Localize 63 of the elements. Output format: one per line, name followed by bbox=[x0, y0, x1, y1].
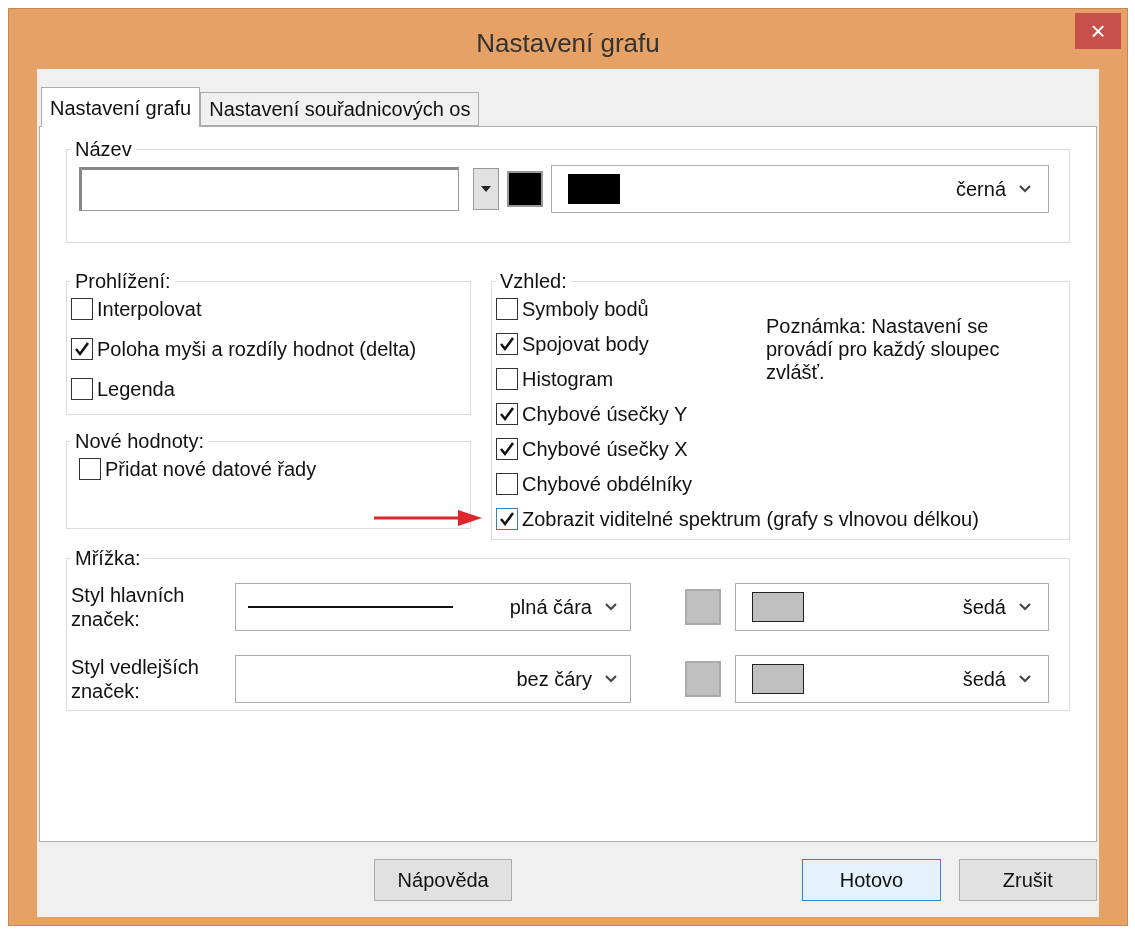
checkbox[interactable] bbox=[496, 438, 518, 460]
checkbox-label: Přidat nové datové řady bbox=[105, 457, 317, 481]
checkbox[interactable] bbox=[71, 338, 93, 360]
checkbox-label: Histogram bbox=[522, 367, 614, 391]
group-label: Nové hodnoty: bbox=[74, 429, 205, 453]
title-input[interactable] bbox=[79, 167, 459, 211]
checkbox[interactable] bbox=[496, 333, 518, 355]
tab[interactable]: Nastavení souřadnicových os bbox=[200, 92, 480, 126]
dialog-button[interactable]: Hotovo bbox=[802, 858, 941, 901]
checkbox[interactable] bbox=[496, 298, 518, 320]
line-style-name: bez čáry bbox=[516, 667, 592, 691]
line-style-dropdown[interactable]: plná čára bbox=[235, 583, 631, 631]
close-button[interactable]: × bbox=[1075, 13, 1121, 49]
caret-icon bbox=[481, 186, 491, 192]
color-swatch[interactable] bbox=[685, 661, 721, 697]
color-dropdown[interactable]: šedá bbox=[735, 583, 1049, 631]
dialog-button[interactable]: Zrušit bbox=[958, 858, 1097, 901]
checkbox-label: Zobrazit viditelné spektrum (grafy s vlnovou délkou) bbox=[522, 507, 979, 531]
line-style-dropdown[interactable]: bez čáry bbox=[235, 655, 631, 703]
color-swatch[interactable] bbox=[685, 589, 721, 625]
checkmark-icon bbox=[499, 441, 515, 457]
checkbox-label: Interpolovat bbox=[97, 297, 202, 321]
group-label: Prohlížení: bbox=[74, 269, 172, 293]
chevron-down-icon bbox=[604, 602, 618, 612]
color-dropdown[interactable]: černá bbox=[551, 165, 1049, 213]
row-label: Styl hlavních značek: bbox=[71, 583, 186, 631]
checkbox-label: Chybové úsečky Y bbox=[522, 402, 688, 426]
checkbox-label: Legenda bbox=[97, 377, 175, 401]
checkbox-label: Spojovat body bbox=[522, 332, 649, 356]
checkbox-label: Poloha myši a rozdíly hodnot (delta) bbox=[97, 337, 417, 361]
chevron-down-icon bbox=[1018, 674, 1032, 684]
group-label: Název bbox=[74, 137, 133, 161]
checkbox[interactable] bbox=[71, 378, 93, 400]
color-name: šedá bbox=[962, 595, 1006, 619]
chevron-down-icon bbox=[604, 674, 618, 684]
dropdown-button[interactable] bbox=[473, 168, 499, 210]
chevron-down-icon bbox=[1018, 184, 1032, 194]
checkbox-label: Symboly bodů bbox=[522, 297, 649, 321]
checkbox[interactable] bbox=[496, 403, 518, 425]
row-label: Styl vedlejších značek: bbox=[71, 655, 200, 703]
checkmark-icon bbox=[74, 341, 90, 357]
checkmark-icon bbox=[499, 511, 515, 527]
group-label: Vzhled: bbox=[499, 269, 568, 293]
window-title: Nastavení grafu bbox=[476, 27, 660, 55]
line-style-name: plná čára bbox=[509, 595, 592, 619]
checkbox-label: Chybové úsečky X bbox=[522, 437, 688, 461]
color-swatch[interactable] bbox=[507, 171, 543, 207]
checkbox[interactable] bbox=[496, 473, 518, 495]
chevron-down-icon bbox=[1018, 602, 1032, 612]
tab[interactable]: Nastavení grafu bbox=[41, 87, 201, 127]
color-dropdown[interactable]: šedá bbox=[735, 655, 1049, 703]
checkmark-icon bbox=[499, 406, 515, 422]
checkbox[interactable] bbox=[79, 458, 101, 480]
group-label: Mřížka: bbox=[74, 546, 142, 570]
color-name: černá bbox=[955, 177, 1006, 201]
dialog-button[interactable]: Nápověda bbox=[374, 858, 513, 901]
checkbox[interactable] bbox=[71, 298, 93, 320]
checkbox-label: Chybové obdélníky bbox=[522, 472, 693, 496]
checkbox[interactable] bbox=[496, 508, 518, 530]
note-text: Poznámka: Nastavení se provádí pro každý sloupec zvlášť. bbox=[766, 315, 1001, 384]
checkbox[interactable] bbox=[496, 368, 518, 390]
checkmark-icon bbox=[499, 336, 515, 352]
color-name: šedá bbox=[962, 667, 1006, 691]
